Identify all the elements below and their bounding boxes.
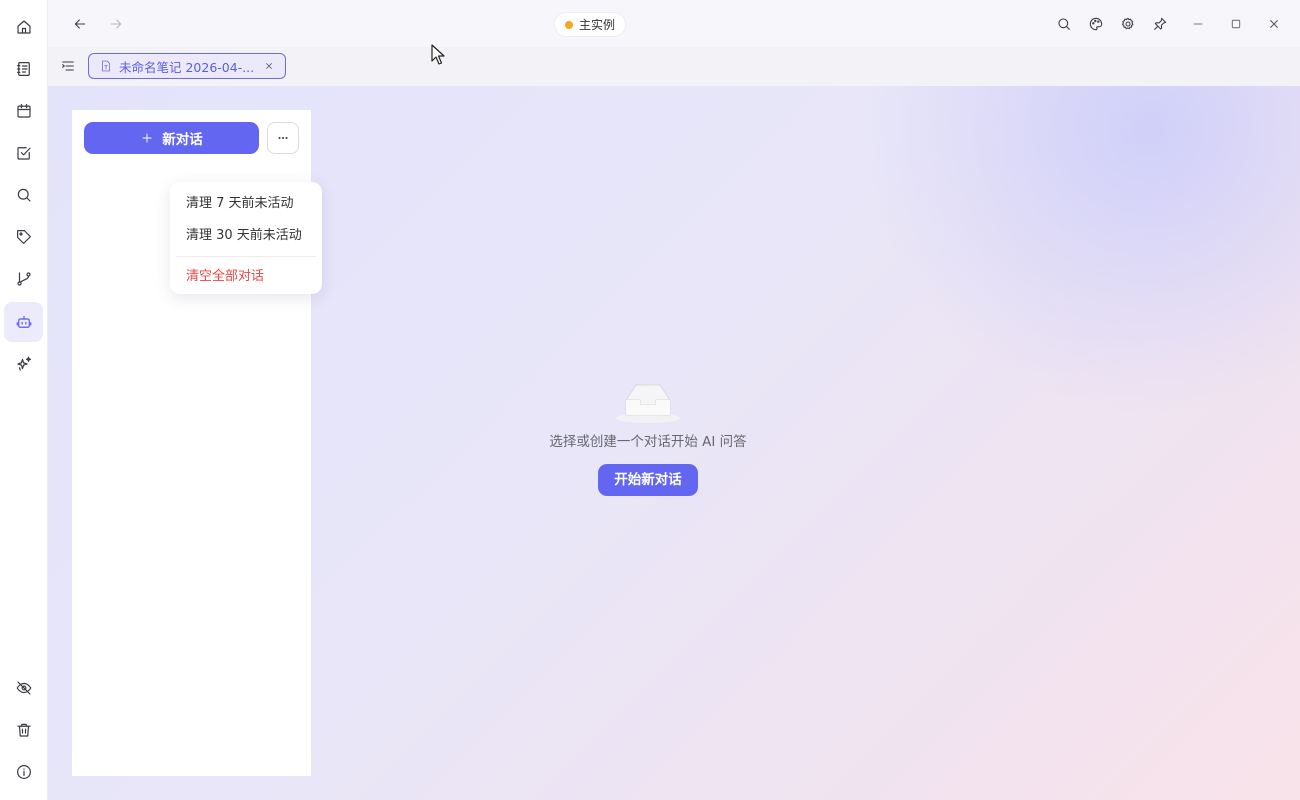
tags-button[interactable]	[4, 217, 43, 257]
info-button[interactable]	[4, 752, 43, 792]
graph-button[interactable]	[4, 259, 43, 299]
task-checkbox-icon	[15, 144, 33, 162]
tab-label: 未命名笔记 2026-04-...	[119, 59, 255, 75]
notes-button[interactable]	[4, 49, 43, 89]
main-area: 新对话 清理 7 天前未活动 清理 30 天前未活动 清空全部对话 选择或创建一…	[48, 86, 1300, 800]
forward-button[interactable]	[104, 12, 128, 36]
robot-icon	[15, 313, 33, 331]
tag-icon	[15, 228, 33, 246]
pin-button[interactable]	[1148, 12, 1172, 36]
global-search-button[interactable]	[1052, 12, 1076, 36]
trash-icon	[15, 721, 33, 739]
document-icon	[99, 59, 113, 73]
list-indent-icon	[60, 58, 76, 74]
palette-icon	[1088, 16, 1104, 32]
sparkles-icon	[15, 355, 33, 373]
ai-sparkles-button[interactable]	[4, 344, 43, 384]
home-button[interactable]	[4, 7, 43, 47]
menu-item-clear-all[interactable]: 清空全部对话	[170, 261, 322, 293]
menu-item-clean-30-days[interactable]: 清理 30 天前未活动	[170, 220, 322, 252]
tab-note[interactable]: 未命名笔记 2026-04-...	[88, 53, 286, 79]
mouse-cursor-icon	[431, 44, 445, 66]
arrow-right-icon	[108, 16, 124, 32]
close-window-button[interactable]	[1262, 12, 1286, 36]
home-icon	[15, 18, 33, 36]
hide-button[interactable]	[4, 668, 43, 708]
instance-status-dot	[565, 20, 573, 29]
instance-label: 主实例	[579, 18, 616, 32]
minimize-button[interactable]	[1186, 12, 1210, 36]
conversation-panel: 新对话 清理 7 天前未活动 清理 30 天前未活动 清空全部对话	[72, 110, 322, 776]
close-tab-icon[interactable]	[263, 60, 275, 72]
menu-item-clean-7-days[interactable]: 清理 7 天前未活动	[170, 188, 322, 220]
ai-assistant-button[interactable]	[4, 302, 43, 342]
more-options-button[interactable]	[267, 122, 299, 154]
new-conversation-label: 新对话	[162, 132, 203, 148]
search-icon	[1056, 16, 1072, 32]
start-conversation-button[interactable]: 开始新对话	[598, 464, 698, 496]
eye-off-icon	[15, 679, 33, 697]
empty-message: 选择或创建一个对话开始 AI 问答	[549, 434, 747, 450]
minimize-icon	[1190, 16, 1206, 32]
empty-state: 选择或创建一个对话开始 AI 问答 开始新对话	[502, 382, 794, 496]
arrow-left-icon	[72, 16, 88, 32]
toggle-outline-button[interactable]	[56, 54, 80, 78]
search-button[interactable]	[4, 175, 43, 215]
menu-divider	[176, 256, 316, 257]
back-button[interactable]	[68, 12, 92, 36]
gear-icon	[1120, 16, 1136, 32]
git-branch-icon	[15, 270, 33, 288]
maximize-icon	[1228, 16, 1244, 32]
empty-inbox-icon	[616, 382, 680, 424]
pin-icon	[1152, 16, 1168, 32]
trash-button[interactable]	[4, 710, 43, 750]
calendar-icon	[15, 102, 33, 120]
left-rail	[0, 0, 48, 800]
search-icon	[15, 186, 33, 204]
notebook-icon	[15, 60, 33, 78]
instance-badge[interactable]: 主实例	[554, 12, 627, 37]
tab-bar: 未命名笔记 2026-04-...	[48, 47, 1300, 87]
new-conversation-button[interactable]: 新对话	[84, 122, 259, 154]
conversation-options-menu: 清理 7 天前未活动 清理 30 天前未活动 清空全部对话	[170, 182, 322, 294]
maximize-button[interactable]	[1224, 12, 1248, 36]
more-horizontal-icon	[276, 131, 290, 145]
theme-button[interactable]	[1084, 12, 1108, 36]
settings-button[interactable]	[1116, 12, 1140, 36]
plus-icon	[140, 131, 154, 145]
close-icon	[1266, 16, 1282, 32]
title-bar: 主实例	[48, 0, 1300, 48]
calendar-button[interactable]	[4, 91, 43, 131]
tasks-button[interactable]	[4, 133, 43, 173]
info-icon	[15, 763, 33, 781]
